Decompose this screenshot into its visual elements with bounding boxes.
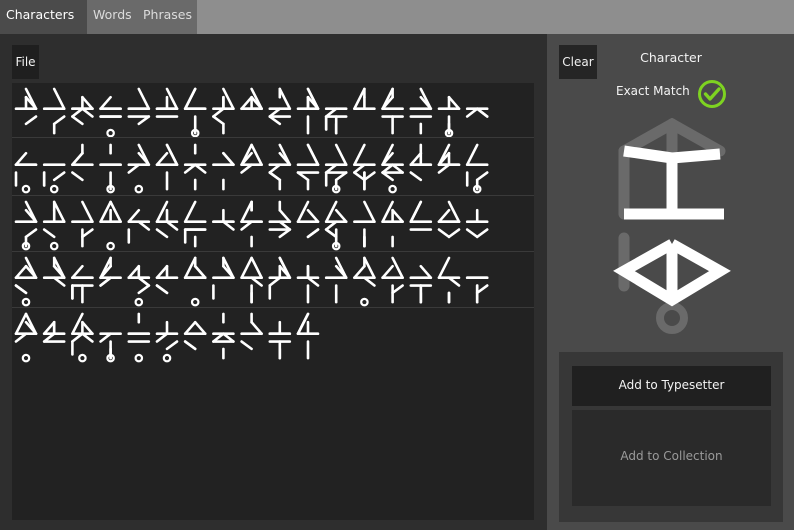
glyph[interactable] bbox=[127, 312, 151, 363]
add-to-collection-button[interactable]: Add to Collection bbox=[572, 410, 771, 506]
panel-title: Character bbox=[640, 50, 702, 65]
glyph[interactable] bbox=[268, 143, 292, 191]
glyph[interactable] bbox=[409, 200, 433, 231]
glyph[interactable] bbox=[127, 143, 151, 194]
file-button[interactable]: File bbox=[12, 45, 39, 79]
glyph[interactable] bbox=[183, 143, 207, 191]
grid-divider bbox=[12, 307, 534, 308]
glyph[interactable] bbox=[296, 87, 320, 135]
glyph[interactable] bbox=[324, 256, 348, 304]
preview-glyph bbox=[613, 145, 731, 307]
glyph[interactable] bbox=[14, 256, 38, 307]
glyph[interactable] bbox=[268, 320, 292, 360]
glyph[interactable] bbox=[353, 200, 376, 248]
glyph[interactable] bbox=[183, 320, 207, 351]
grid-divider bbox=[12, 251, 534, 252]
glyph[interactable] bbox=[42, 256, 66, 287]
glyph[interactable] bbox=[381, 143, 404, 194]
clear-button[interactable]: Clear bbox=[559, 45, 597, 79]
glyph[interactable] bbox=[212, 151, 235, 191]
tab-bar: Characters Words Phrases bbox=[0, 0, 794, 34]
glyph[interactable] bbox=[381, 87, 404, 135]
glyph[interactable] bbox=[99, 143, 122, 194]
glyph[interactable] bbox=[240, 312, 263, 351]
glyph[interactable] bbox=[353, 87, 376, 111]
glyph[interactable] bbox=[465, 208, 489, 239]
grid-divider bbox=[12, 137, 534, 138]
glyph[interactable] bbox=[71, 143, 94, 182]
glyph[interactable] bbox=[127, 208, 151, 244]
glyph[interactable] bbox=[212, 208, 235, 231]
tab-phrases[interactable]: Phrases bbox=[137, 0, 197, 34]
glyph[interactable] bbox=[381, 256, 404, 304]
glyph[interactable] bbox=[240, 256, 263, 304]
glyph[interactable] bbox=[42, 163, 66, 194]
glyph[interactable] bbox=[240, 143, 263, 174]
glyph[interactable] bbox=[42, 200, 66, 251]
glyph[interactable] bbox=[71, 264, 94, 304]
character-preview[interactable] bbox=[612, 118, 732, 340]
glyph[interactable] bbox=[437, 200, 461, 239]
glyph[interactable] bbox=[296, 200, 320, 239]
glyph[interactable] bbox=[409, 143, 433, 182]
glyph[interactable] bbox=[324, 143, 348, 194]
glyph[interactable] bbox=[212, 87, 235, 135]
glyph[interactable] bbox=[465, 107, 489, 118]
glyph[interactable] bbox=[437, 256, 461, 304]
glyph[interactable] bbox=[14, 151, 38, 194]
tab-words[interactable]: Words bbox=[87, 0, 137, 34]
glyph[interactable] bbox=[71, 312, 94, 363]
glyph[interactable] bbox=[212, 312, 235, 360]
glyph[interactable] bbox=[155, 87, 179, 118]
glyph[interactable] bbox=[324, 200, 348, 251]
glyph[interactable] bbox=[14, 312, 38, 363]
glyph[interactable] bbox=[127, 264, 151, 307]
glyph[interactable] bbox=[268, 87, 292, 126]
glyph[interactable] bbox=[437, 143, 461, 174]
glyph[interactable] bbox=[212, 256, 235, 300]
glyph[interactable] bbox=[183, 256, 207, 307]
glyph[interactable] bbox=[353, 143, 376, 191]
glyph[interactable] bbox=[381, 200, 404, 248]
glyph[interactable] bbox=[42, 320, 66, 343]
glyph-grid-canvas bbox=[14, 87, 489, 363]
glyph[interactable] bbox=[71, 95, 94, 126]
glyph[interactable] bbox=[296, 264, 320, 304]
glyph[interactable] bbox=[155, 320, 179, 363]
glyph[interactable] bbox=[155, 264, 179, 295]
glyph[interactable] bbox=[268, 200, 292, 239]
glyph[interactable] bbox=[353, 256, 376, 307]
glyph[interactable] bbox=[155, 200, 179, 239]
glyph[interactable] bbox=[42, 87, 66, 135]
glyph-grid bbox=[12, 83, 534, 520]
glyph[interactable] bbox=[99, 256, 122, 287]
glyph[interactable] bbox=[127, 87, 151, 126]
add-to-typesetter-button[interactable]: Add to Typesetter bbox=[572, 366, 771, 406]
check-circle-icon bbox=[698, 80, 726, 108]
glyph[interactable] bbox=[465, 143, 489, 194]
exact-match-label: Exact Match bbox=[616, 84, 690, 98]
glyph[interactable] bbox=[437, 95, 461, 138]
glyph[interactable] bbox=[240, 200, 263, 248]
glyph[interactable] bbox=[183, 87, 207, 138]
glyph[interactable] bbox=[409, 87, 433, 135]
glyph[interactable] bbox=[14, 200, 38, 251]
glyph[interactable] bbox=[296, 312, 320, 360]
glyph[interactable] bbox=[71, 200, 94, 248]
glyph[interactable] bbox=[155, 143, 179, 191]
tab-characters[interactable]: Characters bbox=[0, 0, 87, 34]
grid-divider bbox=[12, 195, 534, 196]
glyph[interactable] bbox=[183, 200, 207, 248]
glyph[interactable] bbox=[99, 200, 122, 251]
glyph[interactable] bbox=[268, 256, 292, 300]
glyph[interactable] bbox=[99, 332, 122, 363]
glyph[interactable] bbox=[240, 87, 263, 111]
glyph[interactable] bbox=[296, 143, 320, 191]
glyph[interactable] bbox=[14, 87, 38, 126]
glyph[interactable] bbox=[409, 264, 433, 304]
glyph[interactable] bbox=[465, 276, 489, 304]
glyph[interactable] bbox=[324, 107, 348, 135]
glyph[interactable] bbox=[99, 95, 122, 138]
